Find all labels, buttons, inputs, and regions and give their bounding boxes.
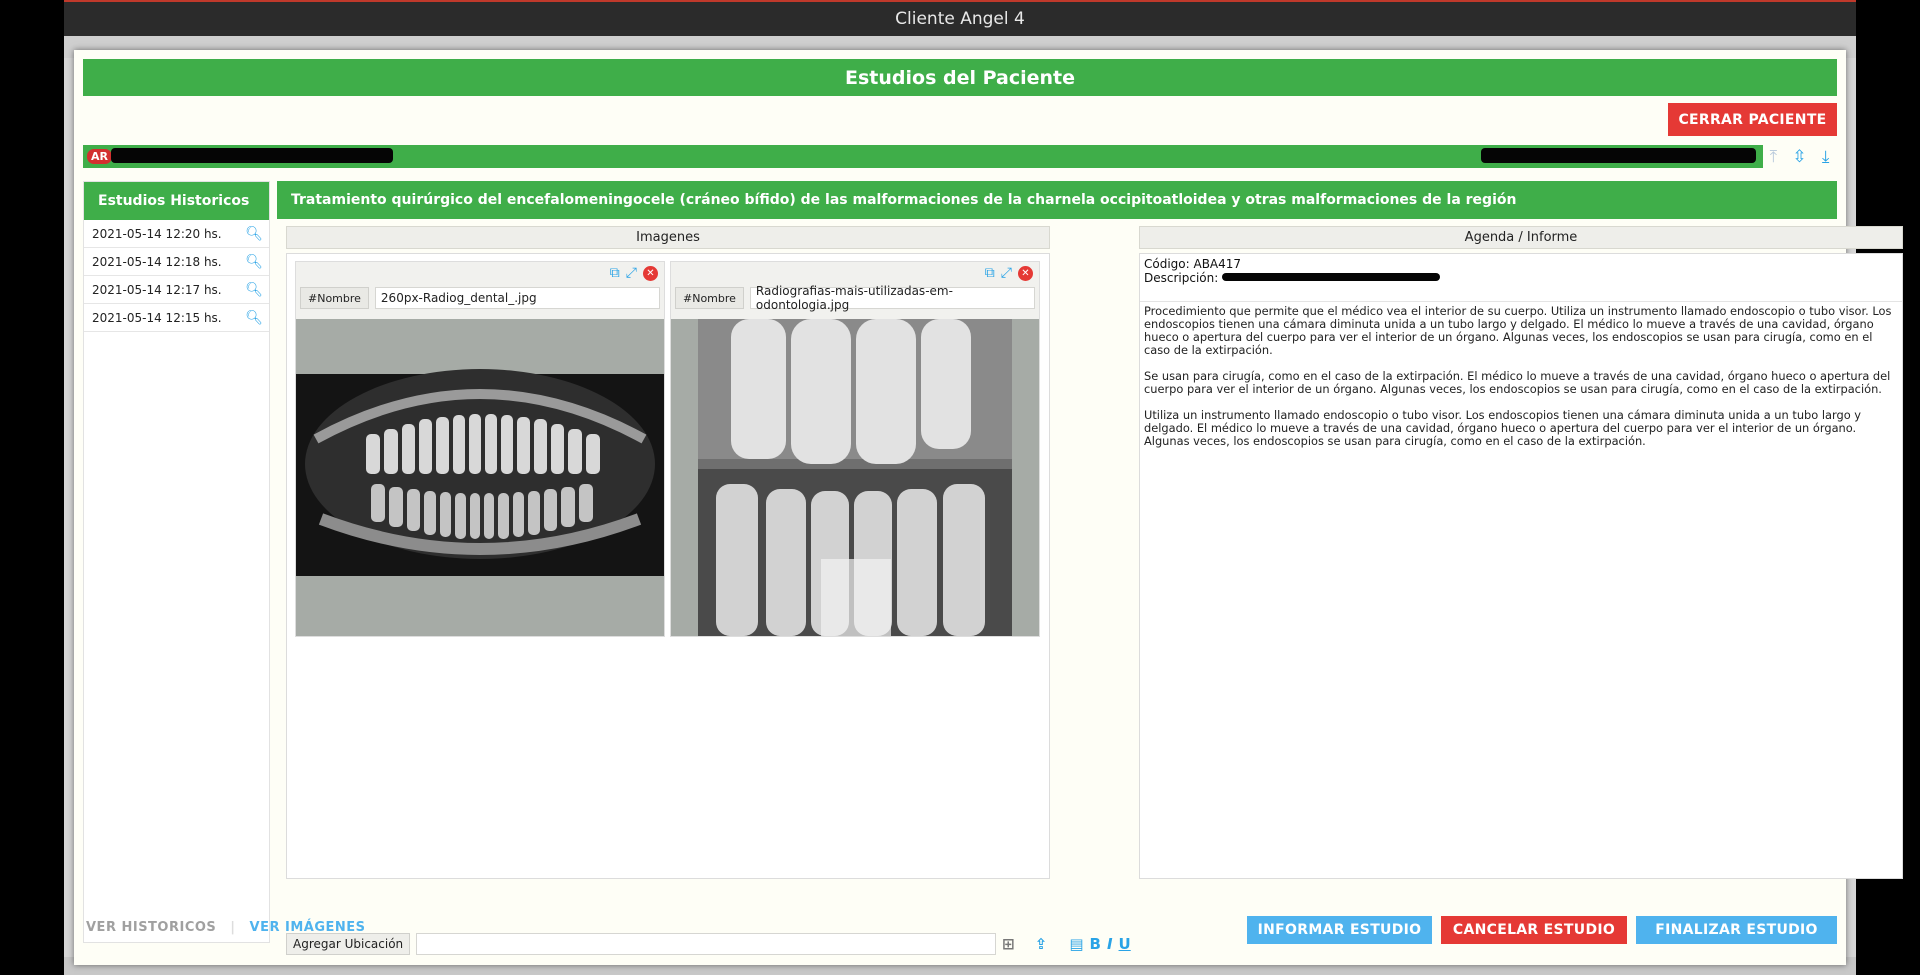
study-header: Tratamiento quirúrgico del encefalomenin…	[277, 181, 1837, 219]
window-titlebar: Cliente Angel 4	[64, 0, 1856, 36]
add-location-button[interactable]: Agregar Ubicación	[286, 933, 411, 955]
images-section-header: Imagenes	[286, 226, 1050, 249]
xray-image-periapical[interactable]	[671, 319, 1039, 636]
window-title: Cliente Angel 4	[895, 9, 1025, 29]
crop-icon[interactable]: ⧉	[985, 265, 995, 281]
history-header: Estudios Historicos	[84, 182, 269, 220]
history-item[interactable]: 2021-05-14 12:20 hs. 🔍︎	[84, 220, 269, 248]
patient-details-redacted	[1481, 148, 1756, 163]
cancel-study-button[interactable]: CANCELAR ESTUDIO	[1441, 916, 1627, 944]
history-panel: Estudios Historicos 2021-05-14 12:20 hs.…	[83, 181, 270, 943]
inform-study-button[interactable]: INFORMAR ESTUDIO	[1247, 916, 1432, 944]
expand-icon[interactable]: ⤢	[1001, 265, 1012, 281]
patient-studies-modal: Estudios del Paciente CERRAR PACIENTE AR…	[74, 50, 1903, 965]
download-icon[interactable]: ⤓	[1822, 147, 1830, 167]
study-description-label: Descripción:	[1144, 271, 1219, 285]
footer-divider: |	[230, 920, 236, 935]
add-icon[interactable]: ⊞	[1002, 935, 1015, 953]
italic-icon[interactable]: I	[1107, 935, 1113, 953]
location-row: Agregar Ubicación ⊞ ⇪ ▤ B I U	[286, 933, 1131, 955]
finalize-study-button[interactable]: FINALIZAR ESTUDIO	[1636, 916, 1837, 944]
modal-title: Estudios del Paciente	[845, 66, 1075, 89]
report-paragraph: Procedimiento que permite que el médico …	[1144, 304, 1892, 357]
history-item-date: 2021-05-14 12:17 hs.	[92, 282, 222, 297]
xray-image-panoramic[interactable]	[296, 319, 664, 636]
history-item[interactable]: 2021-05-14 12:18 hs. 🔍︎	[84, 248, 269, 276]
name-tag-button[interactable]: #Nombre	[675, 287, 744, 309]
report-text-editor[interactable]: Procedimiento que permite que el médico …	[1140, 302, 1902, 464]
study-meta: Código: ABA417 Descripción:	[1140, 254, 1902, 302]
study-code: Código: ABA417	[1144, 257, 1242, 271]
collapse-icon[interactable]: ⇳	[1792, 147, 1806, 167]
images-area: ⧉ ⤢ ✕ #Nombre 260px-Radiog_dental_.jpg ⧉…	[286, 253, 1050, 879]
search-icon[interactable]: 🔍︎	[245, 254, 263, 270]
image-card-toolbar: ⧉ ⤢ ✕	[296, 262, 664, 284]
report-paragraph: Se usan para cirugía, como en el caso de…	[1144, 369, 1891, 396]
scroll-top-icon[interactable]: ⤒	[1770, 147, 1778, 167]
image-name-field[interactable]: Radiografias-mais-utilizadas-em-odontolo…	[749, 284, 1035, 312]
patient-name-redacted	[111, 148, 393, 163]
history-item-date: 2021-05-14 12:20 hs.	[92, 226, 222, 241]
periapical-xray-graphic	[671, 319, 1039, 636]
name-tag-button[interactable]: #Nombre	[300, 287, 369, 309]
history-item-date: 2021-05-14 12:18 hs.	[92, 254, 222, 269]
footer-links: VER HISTORICOS | VER IMÁGENES	[86, 920, 366, 935]
document-icon[interactable]: ▤	[1069, 935, 1083, 953]
image-name-field[interactable]: 260px-Radiog_dental_.jpg	[374, 287, 660, 309]
image-card-toolbar: ⧉ ⤢ ✕	[671, 262, 1039, 284]
location-input[interactable]	[416, 933, 997, 955]
images-section-title: Imagenes	[636, 230, 700, 245]
panoramic-xray-graphic	[296, 319, 664, 636]
bold-icon[interactable]: B	[1090, 935, 1101, 953]
description-redacted	[1222, 273, 1441, 281]
patient-info-bar: AR	[83, 145, 1763, 168]
modal-header: Estudios del Paciente	[83, 59, 1837, 96]
close-icon[interactable]: ✕	[1018, 265, 1033, 281]
image-name-row: #Nombre 260px-Radiog_dental_.jpg	[296, 284, 664, 312]
study-title: Tratamiento quirúrgico del encefalomenin…	[291, 192, 1517, 208]
underline-icon[interactable]: U	[1119, 935, 1131, 953]
image-name-row: #Nombre Radiografias-mais-utilizadas-em-…	[671, 284, 1039, 312]
ver-imagenes-link[interactable]: VER IMÁGENES	[250, 920, 366, 935]
study-description-row: Descripción:	[1144, 271, 1898, 285]
close-icon[interactable]: ✕	[643, 265, 658, 281]
report-paragraph: Utiliza un instrumento llamado endoscopi…	[1144, 408, 1862, 448]
patient-bar-actions: ⤒ ⇳ ⤓	[1762, 145, 1837, 168]
agenda-section-title: Agenda / Informe	[1464, 230, 1578, 245]
history-item[interactable]: 2021-05-14 12:15 hs. 🔍︎	[84, 304, 269, 332]
agenda-section-header: Agenda / Informe	[1139, 226, 1903, 249]
image-card: ⧉ ⤢ ✕ #Nombre Radiografias-mais-utilizad…	[670, 261, 1040, 637]
close-patient-button[interactable]: CERRAR PACIENTE	[1668, 103, 1837, 136]
history-item-date: 2021-05-14 12:15 hs.	[92, 310, 222, 325]
ver-historicos-link[interactable]: VER HISTORICOS	[86, 920, 216, 935]
crop-icon[interactable]: ⧉	[610, 265, 620, 281]
country-flag-badge: AR	[87, 149, 112, 164]
agenda-report-panel: Código: ABA417 Descripción: Procedimient…	[1139, 253, 1903, 879]
image-card: ⧉ ⤢ ✕ #Nombre 260px-Radiog_dental_.jpg	[295, 261, 665, 637]
search-icon[interactable]: 🔍︎	[245, 282, 263, 298]
study-panel: Tratamiento quirúrgico del encefalomenin…	[277, 181, 1903, 961]
expand-icon[interactable]: ⤢	[626, 265, 637, 281]
search-icon[interactable]: 🔍︎	[245, 226, 263, 242]
search-icon[interactable]: 🔍︎	[245, 310, 263, 326]
upload-icon[interactable]: ⇪	[1035, 935, 1048, 953]
history-title: Estudios Historicos	[98, 193, 250, 209]
history-item[interactable]: 2021-05-14 12:17 hs. 🔍︎	[84, 276, 269, 304]
